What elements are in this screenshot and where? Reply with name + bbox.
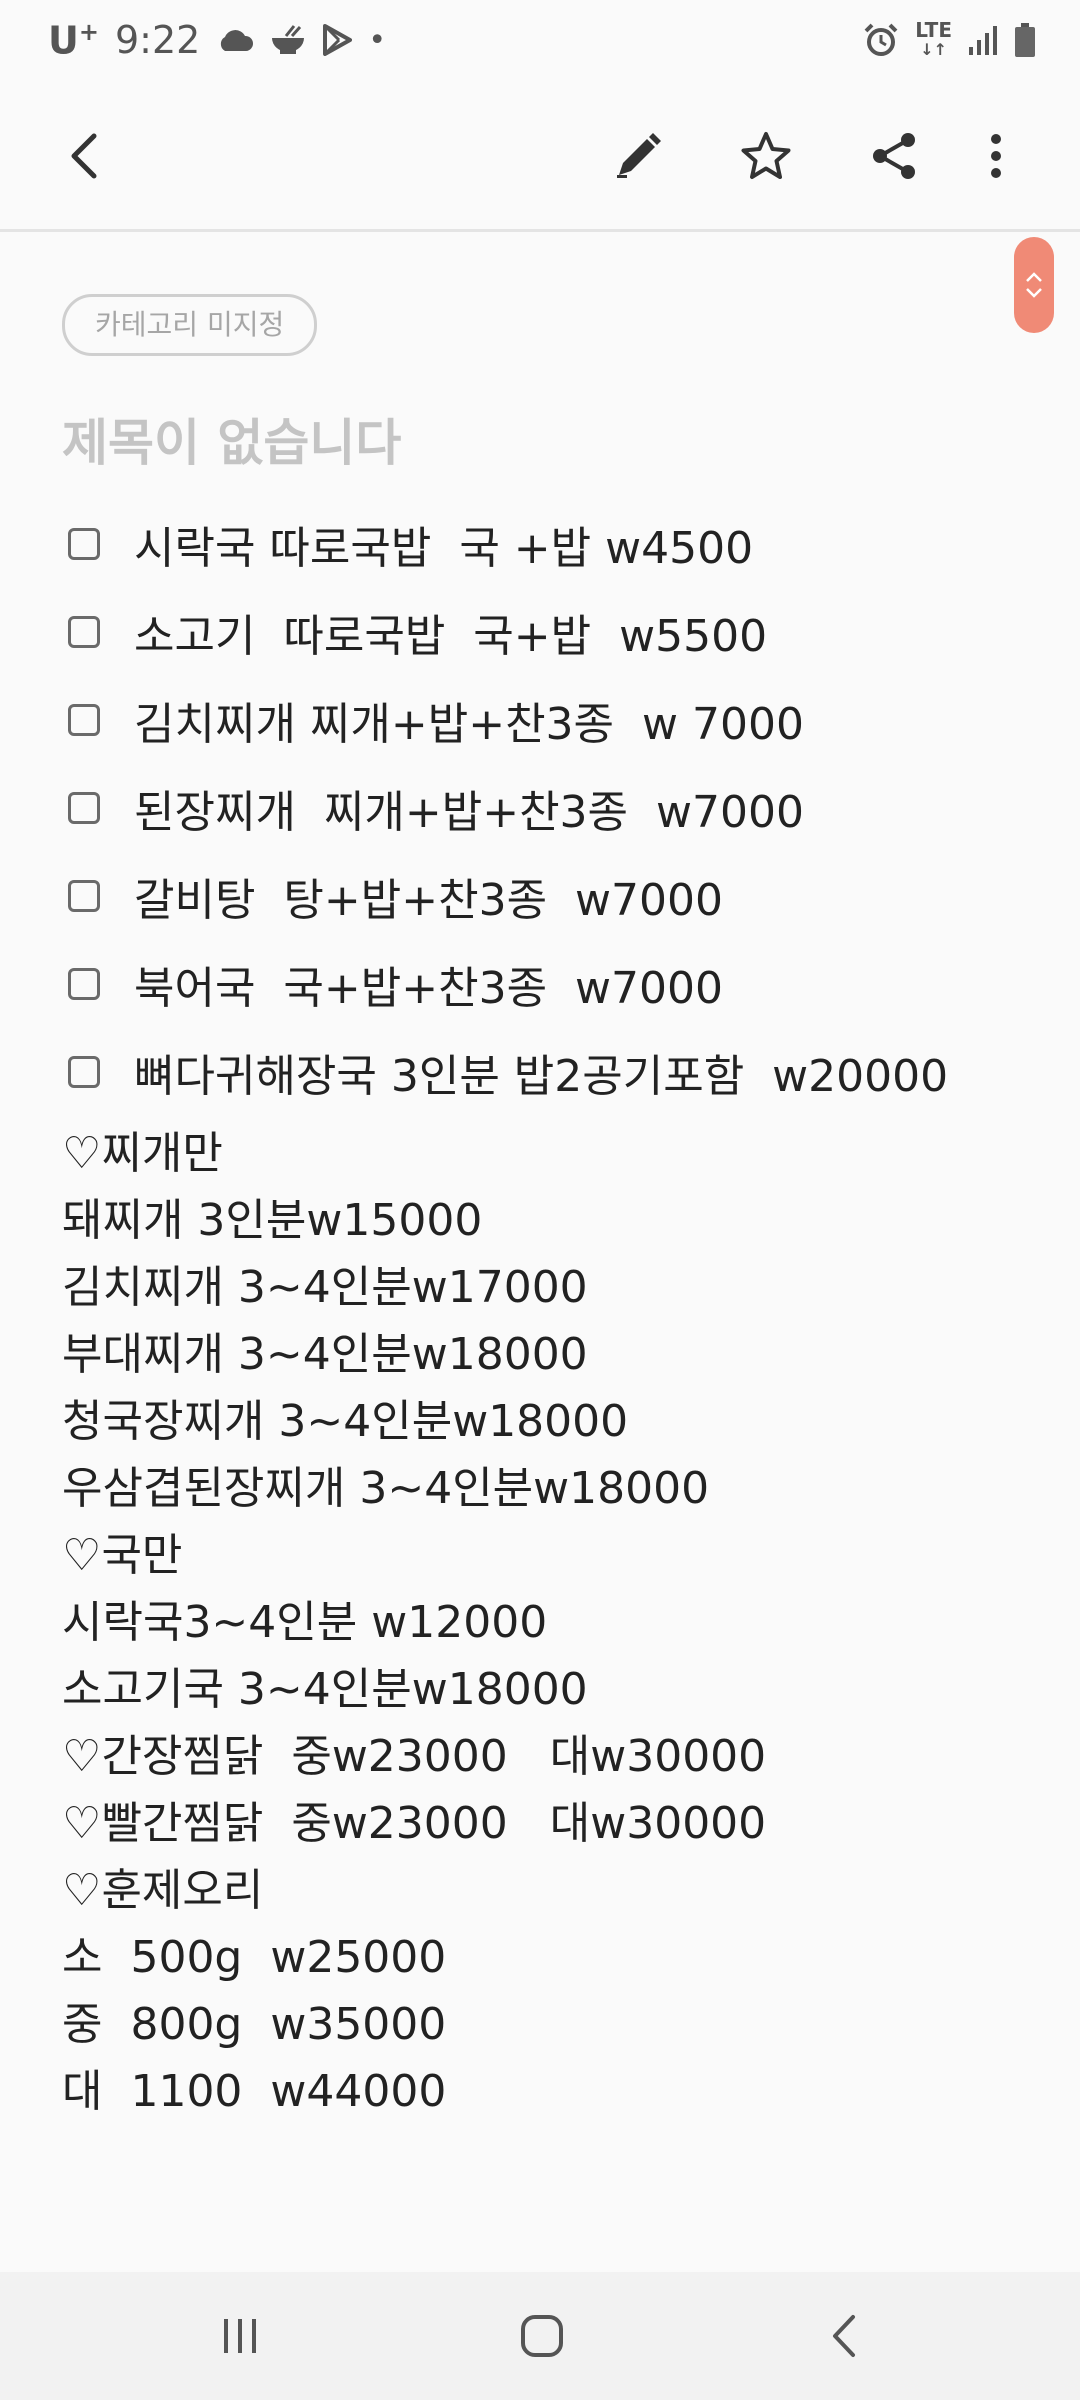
nav-back-button[interactable] [814,2306,874,2366]
battery-icon [1014,23,1036,57]
play-store-icon [322,24,353,56]
checklist-item: 시락국 따로국밥 국 +밥 w4500 [62,500,1020,588]
note-line: ♡간장찜닭 중w23000 대w30000 [62,1731,767,1782]
food-bowl-icon [270,24,306,56]
category-chip[interactable]: 카테고리 미지정 [62,294,318,356]
note-line: ♡국만 [62,1530,183,1581]
note-body[interactable]: ♡찌개만돼찌개 3인분w15000 김치찌개 3~4인분w17000 부대찌개 3~… [62,1120,1020,2125]
back-button[interactable] [52,124,116,188]
checklist-checkbox[interactable] [68,616,100,648]
home-button[interactable] [512,2306,572,2366]
chevron-up-icon [1026,272,1042,282]
recent-apps-button[interactable] [210,2306,270,2366]
recent-apps-icon [224,2319,256,2353]
note-line: 중 800g w35000 [62,1999,447,2050]
status-bar: U+ 9:22 • LTE ↓↑ [0,0,1080,80]
app-bar [0,80,1080,232]
note-line: 시락국3~4인분 w12000 [62,1597,548,1648]
note-line: 청국장찌개 3~4인분w18000 [62,1396,629,1447]
note-title[interactable]: 제목이 없습니다 [62,408,1020,478]
favorite-button[interactable] [734,124,798,188]
alarm-icon [863,22,899,58]
checklist-item-text[interactable]: 시락국 따로국밥 국 +밥 w4500 [134,512,753,576]
cloud-icon [216,27,254,53]
share-button[interactable] [862,124,926,188]
checklist-checkbox[interactable] [68,1056,100,1088]
share-icon [873,133,915,179]
checklist-checkbox[interactable] [68,880,100,912]
checklist-item: 북어국 국+밥+찬3종 w7000 [62,940,1020,1028]
more-options-button[interactable] [964,124,1028,188]
note-line: 대 1100 w44000 [62,2066,447,2117]
checklist-item: 소고기 따로국밥 국+밥 w5500 [62,588,1020,676]
edit-icon [617,133,661,178]
checklist-item: 김치찌개 찌개+밥+찬3종 w 7000 [62,676,1020,764]
note-content: 카테고리 미지정 제목이 없습니다 시락국 따로국밥 국 +밥 w4500 소고기… [62,294,1020,2125]
fast-scroll-handle[interactable] [1014,237,1054,333]
navigation-bar [0,2272,1080,2400]
nav-back-icon [833,2315,855,2357]
note-line: 우삼겹된장찌개 3~4인분w18000 [62,1463,710,1514]
checklist-item: 갈비탕 탕+밥+찬3종 w7000 [62,852,1020,940]
note-line: 김치찌개 3~4인분w17000 [62,1262,588,1313]
lte-icon: LTE ↓↑ [915,18,952,59]
note-line: ♡찌개만 [62,1128,223,1179]
checklist-item-text[interactable]: 된장찌개 찌개+밥+찬3종 w7000 [134,776,804,840]
note-line: ♡빨간찜닭 중w23000 대w30000 [62,1798,767,1849]
checklist-item-text[interactable]: 뼈다귀해장국 3인분 밥2공기포함 w20000 [134,1040,948,1104]
checklist-checkbox[interactable] [68,528,100,560]
note-line: 부대찌개 3~4인분w18000 [62,1329,588,1380]
checklist: 시락국 따로국밥 국 +밥 w4500 소고기 따로국밥 국+밥 w5500 김치찌… [62,500,1020,1116]
note-line: 돼찌개 3인분w15000 [62,1195,483,1246]
carrier-label: U+ [48,17,99,63]
chevron-down-icon [1026,288,1042,298]
checklist-item-text[interactable]: 김치찌개 찌개+밥+찬3종 w 7000 [134,688,804,752]
checklist-item: 된장찌개 찌개+밥+찬3종 w7000 [62,764,1020,852]
checklist-checkbox[interactable] [68,792,100,824]
note-line: 소고기국 3~4인분w18000 [62,1664,588,1715]
checklist-item-text[interactable]: 소고기 따로국밥 국+밥 w5500 [134,600,767,664]
notification-dot: • [368,22,387,58]
back-icon [71,133,97,179]
edit-button[interactable] [606,124,670,188]
star-icon [741,132,791,179]
checklist-item-text[interactable]: 갈비탕 탕+밥+찬3종 w7000 [134,864,723,928]
checklist-checkbox[interactable] [68,968,100,1000]
note-line: 소 500g w25000 [62,1932,447,1983]
checklist-checkbox[interactable] [68,704,100,736]
signal-icon [968,25,998,55]
checklist-item: 뼈다귀해장국 3인분 밥2공기포함 w20000 [62,1028,1020,1116]
more-icon [991,134,1001,178]
checklist-item-text[interactable]: 북어국 국+밥+찬3종 w7000 [134,952,723,1016]
status-time: 9:22 [114,18,201,62]
note-line: ♡훈제오리 [62,1865,264,1916]
home-icon [521,2315,563,2357]
